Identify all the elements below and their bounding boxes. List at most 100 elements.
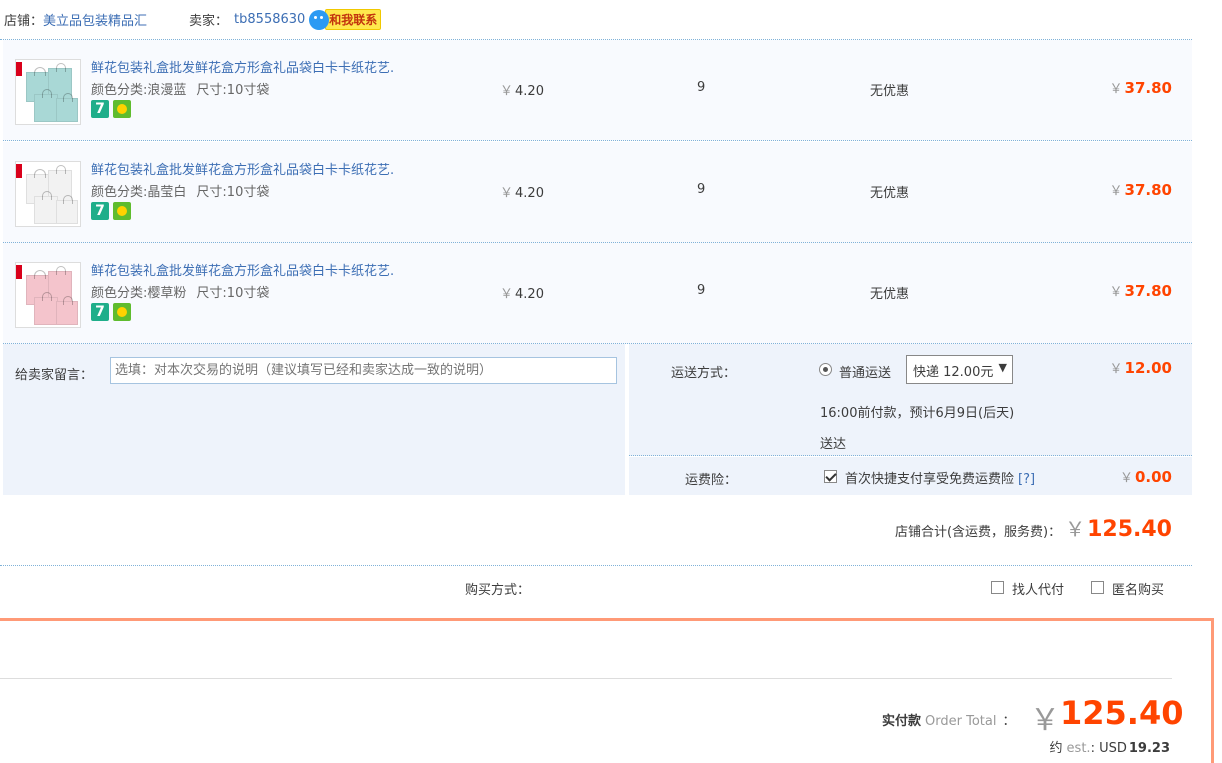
shipping-label: 运送方式： — [671, 366, 737, 381]
item-sku: 颜色分类:浪漫蓝 尺寸:10寸袋 — [91, 79, 269, 98]
proxy-pay-label[interactable]: 找人代付 — [1012, 579, 1064, 598]
seven-day-return-icon[interactable]: 7 — [91, 202, 109, 220]
item-title-link[interactable]: 鲜花包装礼盒批发鲜花盒方形盒礼品袋白卡卡纸花艺. — [91, 260, 394, 279]
insurance-help-link[interactable]: [?] — [1018, 472, 1035, 487]
item-thumbnail[interactable] — [15, 262, 81, 328]
shop-total-label: 店铺合计(含运费，服务费)： — [894, 525, 1062, 540]
item-sku: 颜色分类:樱草粉 尺寸:10寸袋 — [91, 282, 269, 301]
item-promotion: 无优惠 — [870, 287, 910, 302]
item-st-val: 37.80 — [1124, 79, 1172, 97]
gold-seller-icon[interactable] — [113, 100, 131, 118]
shipping-deadline-note: 16:00前付款，预计6月9日(后天) — [820, 406, 1015, 421]
item-promotion: 无优惠 — [870, 186, 910, 201]
item-s-val: 10寸袋 — [226, 83, 270, 98]
order-extras: 给卖家留言： 运送方式： 普通运送 快递 12.00元 ▼ ￥12.00 16:… — [3, 344, 1192, 495]
item-s-val: 10寸袋 — [226, 185, 270, 200]
item-s-val: 10寸袋 — [226, 286, 270, 301]
thumb-bag — [34, 191, 58, 224]
order-total-label: 实付款 Order Total ： — [882, 710, 1015, 729]
item-row: 鲜花包装礼盒批发鲜花盒方形盒礼品袋白卡卡纸花艺. 颜色分类:樱草粉 尺寸:10寸袋… — [3, 243, 1192, 344]
usd-sep: : — [1090, 741, 1095, 756]
item-p-val: 4.20 — [515, 186, 544, 201]
item-c-val: 浪漫蓝 — [147, 83, 187, 98]
thumb-red-tag — [16, 62, 22, 76]
divider — [0, 565, 1192, 566]
thumb-bag — [56, 93, 78, 122]
item-s-lbl: 尺寸: — [196, 286, 227, 301]
item-sku: 颜色分类:晶莹白 尺寸:10寸袋 — [91, 181, 269, 200]
insurance-desc: 首次快捷支付享受免费运费险 — [845, 472, 1015, 487]
item-unit-price: ￥ 4.20 — [500, 80, 544, 99]
order-total-label-cn: 实付款 — [882, 714, 922, 729]
order-total-colon: ： — [1002, 714, 1016, 729]
item-st-yen: ￥ — [1109, 184, 1123, 199]
item-thumbnail[interactable] — [15, 161, 81, 227]
item-st-yen: ￥ — [1109, 285, 1123, 300]
order-total-label-en: Order Total — [925, 714, 997, 729]
gold-seller-icon[interactable] — [113, 202, 131, 220]
anonymous-label[interactable]: 匿名购买 — [1112, 579, 1164, 598]
shipping-arrival-note: 送达 — [820, 437, 847, 452]
item-p-yen: ￥ — [500, 84, 514, 99]
shop-label: 店铺： — [4, 14, 44, 29]
thumb-bag — [56, 195, 78, 224]
order-total-yen: ￥ — [1030, 703, 1060, 738]
usd-currency: USD — [1099, 741, 1127, 756]
item-quantity: 9 — [697, 80, 706, 95]
seller-label: 卖家： — [189, 14, 229, 29]
insurance-fee-yen: ￥ — [1119, 471, 1133, 486]
item-p-yen: ￥ — [500, 287, 514, 302]
order-total-panel: 实付款 Order Total ： ￥ 125.40 约 est.: USD 19.23 — [0, 618, 1214, 763]
item-unit-price: ￥ 4.20 — [500, 283, 544, 302]
item-p-val: 4.20 — [515, 84, 544, 99]
shipping-option-label: 普通运送 — [839, 366, 892, 381]
wangwang-chat-icon — [309, 9, 330, 30]
contact-seller-label: 和我联系 — [325, 9, 382, 30]
seven-day-return-icon[interactable]: 7 — [91, 100, 109, 118]
item-row: 鲜花包装礼盒批发鲜花盒方形盒礼品袋白卡卡纸花艺. 颜色分类:晶莹白 尺寸:10寸袋… — [3, 142, 1192, 243]
shipping-method-select[interactable]: 快递 12.00元 ▼ — [906, 355, 1013, 384]
shipping-fee: ￥ 12.00 — [1110, 358, 1172, 377]
item-badges: 7 — [91, 202, 131, 220]
item-quantity: 9 — [697, 182, 706, 197]
thumb-bag — [34, 292, 58, 325]
insurance-text: 首次快捷支付享受免费运费险 [?] — [845, 468, 1035, 487]
item-st-val: 37.80 — [1124, 181, 1172, 199]
divider — [0, 678, 1172, 679]
insurance-fee: ￥ 0.00 — [1120, 467, 1172, 486]
shipping-fee-value: 12.00 — [1124, 359, 1172, 377]
seller-message-section: 给卖家留言： — [3, 344, 625, 495]
item-subtotal: ￥ 37.80 — [1110, 180, 1172, 199]
seller-message-input[interactable] — [110, 357, 617, 384]
proxy-pay-checkbox[interactable] — [991, 581, 1004, 594]
usd-est: est. — [1066, 741, 1091, 756]
shop-total-amount: 125.40 — [1087, 517, 1172, 542]
shipping-fee-yen: ￥ — [1109, 362, 1123, 377]
purchase-method-label: 购买方式： — [465, 583, 531, 598]
shipping-section: 运送方式： 普通运送 快递 12.00元 ▼ ￥ 12.00 16:00前付款，预… — [629, 344, 1192, 456]
shop-name-link[interactable]: 美立品包装精品汇 — [43, 10, 147, 29]
item-st-yen: ￥ — [1109, 82, 1123, 97]
seven-day-return-icon[interactable]: 7 — [91, 303, 109, 321]
usd-approx: 约 — [1049, 741, 1063, 756]
item-p-yen: ￥ — [500, 186, 514, 201]
item-s-lbl: 尺寸: — [196, 185, 227, 200]
item-title-link[interactable]: 鲜花包装礼盒批发鲜花盒方形盒礼品袋白卡卡纸花艺. — [91, 159, 394, 178]
thumb-bag — [56, 296, 78, 325]
insurance-fee-value: 0.00 — [1134, 468, 1172, 486]
item-subtotal: ￥ 37.80 — [1110, 281, 1172, 300]
item-title-link[interactable]: 鲜花包装礼盒批发鲜花盒方形盒礼品袋白卡卡纸花艺. — [91, 57, 394, 76]
gold-seller-icon[interactable] — [113, 303, 131, 321]
item-badges: 7 — [91, 303, 131, 321]
contact-seller-button[interactable]: 和我联系 — [309, 9, 382, 30]
item-s-lbl: 尺寸: — [196, 83, 227, 98]
item-c-val: 樱草粉 — [147, 286, 187, 301]
item-thumbnail[interactable] — [15, 59, 81, 125]
shipping-radio[interactable] — [819, 363, 832, 376]
shop-header: 店铺： 美立品包装精品汇 卖家： tb8558630 和我联系 — [0, 0, 1192, 40]
item-promotion: 无优惠 — [870, 84, 910, 99]
seller-name-link[interactable]: tb8558630 — [234, 12, 305, 27]
insurance-checkbox[interactable] — [824, 470, 837, 483]
anonymous-checkbox[interactable] — [1091, 581, 1104, 594]
seller-message-label: 给卖家留言： — [15, 368, 94, 383]
